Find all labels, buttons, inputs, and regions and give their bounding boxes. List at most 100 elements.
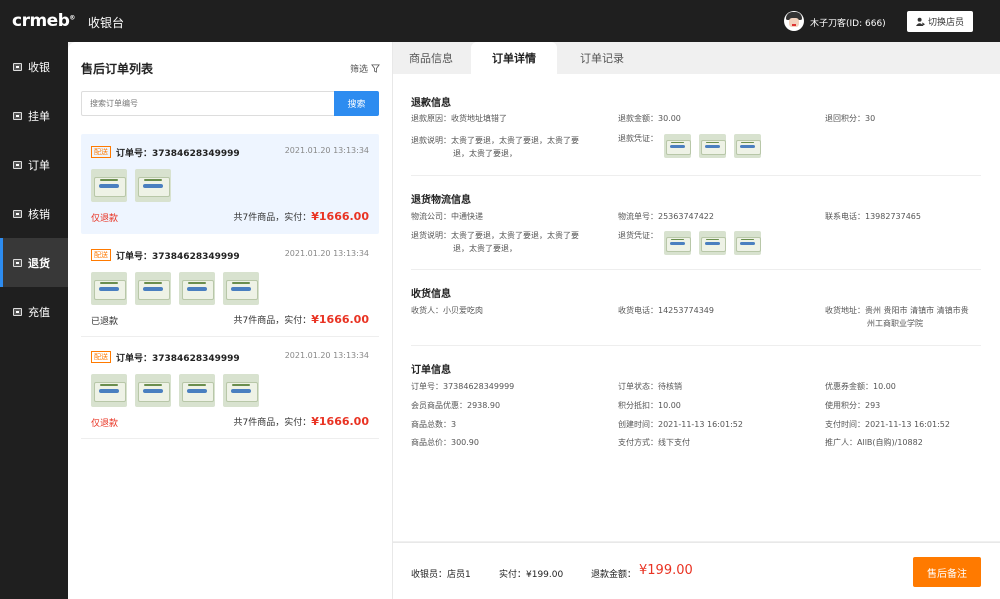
bottom-bar: 收银员：店员1 实付：¥199.00 退款金额： ¥199.00 售后备注 — [393, 542, 1000, 599]
after-sales-remark-button[interactable]: 售后备注 — [913, 557, 981, 587]
return-proof-images — [664, 231, 761, 255]
paid-amount: 实付：¥199.00 — [499, 570, 564, 580]
proof-image[interactable] — [734, 134, 761, 158]
delivery-tag: 配送 — [91, 249, 111, 261]
order-field: 商品总价：300.90 — [411, 438, 479, 447]
proof-image[interactable] — [664, 231, 691, 255]
order-detail-panel: 退款信息 退款原因：收货地址填错了 退款金额：30.00 退回积分：30 退款说… — [393, 74, 1000, 541]
refund-amount-value: ¥199.00 — [639, 563, 693, 578]
app-title: 收银台 — [88, 16, 125, 30]
order-field: 商品总数：3 — [411, 420, 457, 429]
search-button[interactable]: 搜索 — [334, 91, 379, 116]
filter-label: 筛选 — [349, 65, 368, 75]
order-icon — [13, 160, 22, 169]
section-divider — [411, 345, 981, 346]
filter-button[interactable]: 筛选 — [350, 62, 380, 75]
sidebar-item-label: 挂单 — [28, 109, 50, 123]
switch-clerk-button[interactable]: 切换店员 — [907, 11, 973, 32]
sidebar-item-cashier[interactable]: 收银 — [0, 42, 68, 91]
sidebar-item-label: 收银 — [28, 60, 50, 74]
order-number: 订单号：37384628349999 — [116, 149, 240, 159]
section-divider — [411, 269, 981, 270]
verify-icon — [13, 209, 22, 218]
product-thumbnail — [223, 374, 259, 407]
sidebar-item-returns[interactable]: 退货 — [0, 238, 68, 287]
logistics-company: 物流公司：中通快递 — [411, 212, 483, 221]
receive-info-title: 收货信息 — [411, 289, 451, 300]
tab-order-record[interactable]: 订单记录 — [559, 42, 645, 74]
order-amount: ¥1666.00 — [311, 313, 369, 326]
panel-title: 售后订单列表 — [81, 62, 154, 76]
order-time: 2021.01.20 13:13:34 — [284, 351, 369, 360]
sidebar-item-label: 充值 — [28, 305, 50, 319]
section-divider — [411, 175, 981, 176]
username[interactable]: 木子刀客(ID: 666) — [810, 16, 886, 29]
order-field: 优惠券金额：10.00 — [825, 382, 896, 391]
contact-phone: 联系电话：13982737465 — [825, 212, 921, 221]
tab-order-detail[interactable]: 订单详情 — [471, 42, 557, 74]
return-logistics-title: 退货物流信息 — [411, 195, 471, 206]
proof-image[interactable] — [699, 231, 726, 255]
refund-info-title: 退款信息 — [411, 98, 451, 109]
order-field: 支付方式：线下支付 — [618, 438, 690, 447]
refund-reason: 退款原因：收货地址填错了 — [411, 114, 507, 123]
product-thumbnail — [223, 272, 259, 305]
sidebar-item-label: 订单 — [28, 158, 50, 172]
tracking-number: 物流单号：25363747422 — [618, 212, 714, 221]
sidebar-item-orders[interactable]: 订单 — [0, 140, 68, 189]
order-field: 创建时间：2021-11-13 16:01:52 — [618, 420, 743, 429]
order-summary: 共7件商品，实付：¥1666.00 — [233, 415, 370, 428]
order-number: 订单号：37384628349999 — [116, 252, 240, 262]
order-card[interactable]: 配送 订单号：37384628349999 2021.01.20 13:13:3… — [81, 237, 379, 337]
refund-proof-images — [664, 134, 761, 158]
sidebar-item-hold[interactable]: 挂单 — [0, 91, 68, 140]
order-field: 订单状态：待核销 — [618, 382, 682, 391]
order-summary: 共7件商品，实付：¥1666.00 — [233, 210, 370, 223]
product-images — [91, 374, 259, 407]
order-number: 订单号：37384628349999 — [116, 354, 240, 364]
order-list-panel: 售后订单列表 筛选 搜索 配送 订单号：37384628349999 2021.… — [68, 42, 392, 599]
order-status: 已退款 — [91, 317, 119, 327]
returns-icon — [13, 258, 22, 267]
avatar[interactable] — [784, 11, 804, 31]
receiver-name: 收货人：小贝爱吃肉 — [411, 306, 483, 315]
tab-product-info[interactable]: 商品信息 — [393, 42, 469, 74]
sidebar-item-label: 退货 — [28, 256, 50, 270]
order-summary: 共7件商品，实付：¥1666.00 — [233, 313, 370, 326]
product-images — [91, 169, 171, 202]
sidebar-item-label: 核销 — [28, 207, 50, 221]
refund-points: 退回积分：30 — [825, 114, 876, 123]
product-images — [91, 272, 259, 305]
product-thumbnail — [91, 374, 127, 407]
delivery-tag: 配送 — [91, 146, 111, 158]
order-amount: ¥1666.00 — [311, 415, 369, 428]
order-card[interactable]: 配送 订单号：37384628349999 2021.01.20 13:13:3… — [81, 339, 379, 439]
refund-amount: 退款金额：30.00 — [618, 114, 681, 123]
refund-amount-label: 退款金额： — [591, 570, 637, 580]
product-thumbnail — [135, 169, 171, 202]
sidebar-item-recharge[interactable]: 充值 — [0, 287, 68, 336]
order-time: 2021.01.20 13:13:34 — [284, 146, 369, 155]
proof-image[interactable] — [699, 134, 726, 158]
return-proof-label: 退货凭证： — [618, 231, 658, 240]
search-input[interactable] — [81, 91, 335, 116]
proof-image[interactable] — [734, 231, 761, 255]
filter-icon — [371, 64, 380, 73]
order-field: 会员商品优惠：2938.90 — [411, 401, 501, 410]
recharge-icon — [13, 307, 22, 316]
order-amount: ¥1666.00 — [311, 210, 369, 223]
sidebar: 收银 挂单 订单 核销 退货 充值 — [0, 42, 68, 599]
delivery-tag: 配送 — [91, 351, 111, 363]
detail-tabs: 商品信息 订单详情 订单记录 — [393, 42, 1000, 74]
proof-image[interactable] — [664, 134, 691, 158]
order-status: 仅退款 — [91, 419, 119, 429]
sidebar-item-verify[interactable]: 核销 — [0, 189, 68, 238]
receiver-phone: 收货电话：14253774349 — [618, 306, 714, 315]
user-switch-icon — [915, 17, 925, 26]
cashier-icon — [13, 62, 22, 71]
order-field: 支付时间：2021-11-13 16:01:52 — [825, 420, 950, 429]
receiver-address: 收货地址：贵州 贵阳市 清镇市 清镇市贵 州工商职业学院 — [825, 306, 969, 328]
product-thumbnail — [179, 272, 215, 305]
order-card[interactable]: 配送 订单号：37384628349999 2021.01.20 13:13:3… — [81, 134, 379, 234]
return-description: 退货说明：太贵了要退，太贵了要退，太贵了要 退，太贵了要退， — [411, 231, 579, 253]
